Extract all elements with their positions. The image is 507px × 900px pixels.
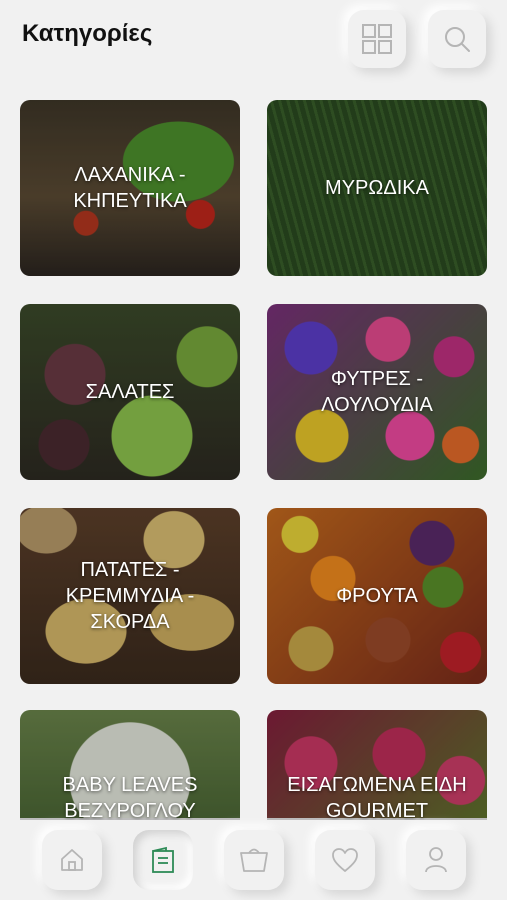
search-button[interactable] [428, 10, 486, 68]
bottom-nav [0, 818, 507, 900]
category-card-imported-gourmet[interactable]: ΕΙΣΑΓΩΜΕΝΑ ΕΙΔΗ GOURMET [267, 710, 487, 820]
category-label: ΕΙΣΑΓΩΜΕΝΑ ΕΙΔΗ GOURMET [287, 774, 467, 820]
category-grid: ΛΑΧΑΝΙΚΑ - ΚΗΠΕΥΤΙΚΑ ΜΥΡΩΔΙΚΑ ΣΑΛΑΤΕΣ ΦΥ… [20, 100, 488, 820]
nav-basket-button[interactable] [224, 830, 284, 890]
category-card-fruits[interactable]: ΦΡΟΥΤΑ [267, 508, 487, 684]
page-title: Κατηγορίες [22, 20, 153, 47]
category-label: ΠΑΤΑΤΕΣ - ΚΡΕΜΜΥΔΙΑ - ΣΚΟΡΔΑ [65, 559, 195, 633]
home-icon [59, 847, 85, 873]
header: Κατηγορίες [0, 0, 507, 80]
category-card-plants-flowers[interactable]: ΦΥΤΡΕΣ - ΛΟΥΛΟΥΔΙΑ [267, 304, 487, 480]
heart-icon [331, 847, 359, 873]
category-label: ΣΑΛΑΤΕΣ [85, 381, 175, 403]
grid-view-button[interactable] [348, 10, 406, 68]
user-icon [424, 846, 448, 874]
category-card-potatoes-onions-garlic[interactable]: ΠΑΤΑΤΕΣ - ΚΡΕΜΜΥΔΙΑ - ΣΚΟΡΔΑ [20, 508, 240, 684]
basket-icon [239, 847, 269, 873]
category-label: ΛΑΧΑΝΙΚΑ - ΚΗΠΕΥΤΙΚΑ [73, 164, 187, 212]
catalog-icon [151, 846, 175, 874]
category-label: BABY LEAVES ΒΕΖΥΡΟΓΛΟΥ [62, 774, 198, 820]
category-card-salads[interactable]: ΣΑΛΑΤΕΣ [20, 304, 240, 480]
grid-icon [362, 24, 392, 54]
nav-home-button[interactable] [42, 830, 102, 890]
category-label: ΦΥΤΡΕΣ - ΛΟΥΛΟΥΔΙΑ [321, 368, 433, 416]
search-icon [443, 25, 471, 53]
category-card-herbs[interactable]: ΜΥΡΩΔΙΚΑ [267, 100, 487, 276]
category-label: ΜΥΡΩΔΙΚΑ [325, 177, 429, 199]
nav-catalog-button[interactable] [133, 830, 193, 890]
category-label: ΦΡΟΥΤΑ [336, 585, 418, 607]
category-card-vegetables[interactable]: ΛΑΧΑΝΙΚΑ - ΚΗΠΕΥΤΙΚΑ [20, 100, 240, 276]
category-card-baby-leaves[interactable]: BABY LEAVES ΒΕΖΥΡΟΓΛΟΥ [20, 710, 240, 820]
nav-favorites-button[interactable] [315, 830, 375, 890]
nav-profile-button[interactable] [406, 830, 466, 890]
